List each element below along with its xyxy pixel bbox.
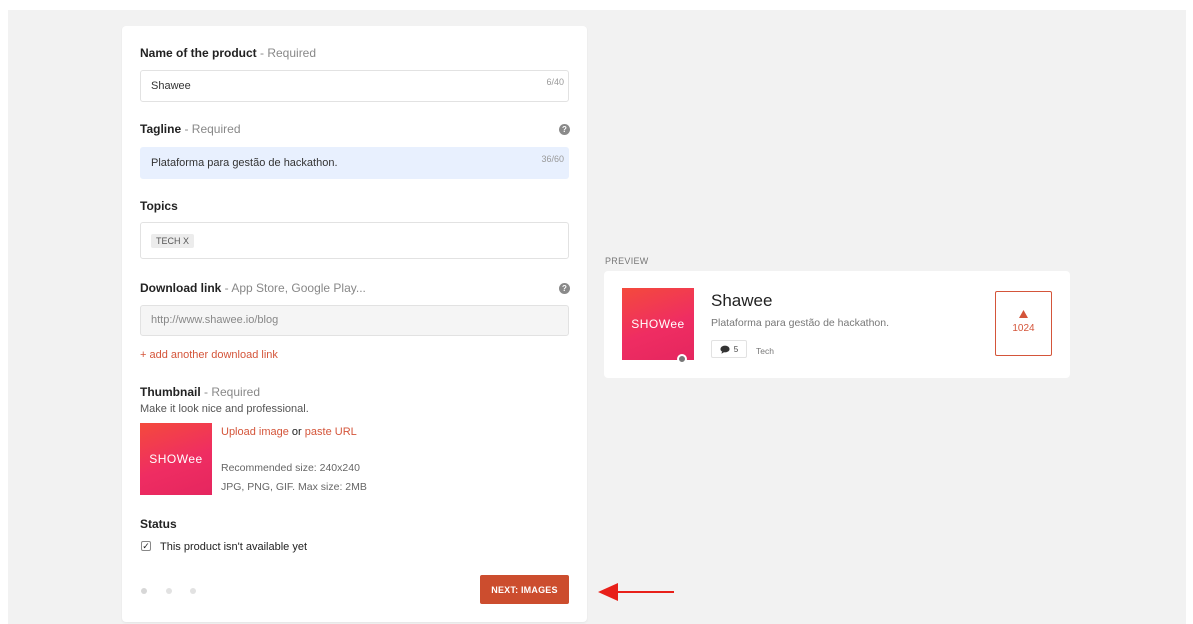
thumbnail-upload-row: Upload image or paste URL (221, 426, 357, 438)
download-hint: - App Store, Google Play... (221, 281, 366, 295)
thumbnail-required-hint: - Required (200, 385, 261, 399)
product-form: Name of the product - Required Shawee 6/… (122, 26, 587, 622)
tagline-label-text: Tagline (140, 122, 182, 136)
name-input[interactable]: Shawee 6/40 (140, 70, 569, 102)
vote-count: 1024 (1012, 323, 1035, 334)
thumbnail-recommended-size: Recommended size: 240x240 (221, 462, 360, 474)
upvote-button[interactable]: 1024 (995, 291, 1052, 356)
tagline-required-hint: - Required (181, 122, 241, 136)
download-label-text: Download link (140, 281, 222, 295)
preview-comments[interactable]: 5 (711, 340, 747, 358)
preview-logo-text: SHOWee (631, 317, 685, 331)
tagline-input-value: Plataforma para gestão de hackathon. (151, 157, 338, 169)
paste-url-link[interactable]: paste URL (305, 426, 357, 438)
topics-input[interactable]: TECH X (140, 222, 569, 259)
thumbnail-logo-text: SHOWee (149, 452, 203, 466)
tagline-input[interactable]: Plataforma para gestão de hackathon. 36/… (140, 147, 569, 179)
topics-label-text: Topics (140, 199, 178, 213)
topic-tag-tech[interactable]: TECH X (151, 234, 195, 248)
name-required-hint: - Required (256, 46, 317, 60)
download-link-input[interactable]: http://www.shawee.io/blog (140, 305, 569, 336)
thumbnail-formats: JPG, PNG, GIF. Max size: 2MB (221, 481, 367, 493)
download-link-placeholder: http://www.shawee.io/blog (151, 314, 279, 326)
upload-image-link[interactable]: Upload image (221, 426, 289, 438)
upvote-icon (1019, 310, 1028, 318)
preview-thumbnail: SHOWee (622, 288, 694, 360)
tagline-label: Tagline - Required (140, 122, 241, 136)
preview-topic[interactable]: Tech (756, 346, 774, 356)
step-dot-2 (166, 588, 172, 594)
thumbnail-image: SHOWee (140, 423, 212, 495)
tagline-char-counter: 36/60 (541, 154, 564, 164)
download-help-icon[interactable]: ? (559, 283, 570, 294)
step-dot-1 (141, 588, 147, 594)
preview-tagline: Plataforma para gestão de hackathon. (711, 317, 890, 329)
thumbnail-label-text: Thumbnail (140, 385, 201, 399)
comment-icon (720, 345, 730, 354)
name-char-counter: 6/40 (546, 77, 564, 87)
download-label: Download link - App Store, Google Play..… (140, 281, 366, 295)
thumbnail-subtitle: Make it look nice and professional. (140, 403, 309, 415)
step-dot-3 (190, 588, 196, 594)
name-label: Name of the product - Required (140, 46, 316, 60)
add-download-link[interactable]: + add another download link (140, 349, 278, 361)
preview-title: Shawee (711, 291, 773, 310)
preview-avatar-dot (677, 354, 687, 364)
unavailable-checkbox[interactable]: ✓ (141, 541, 151, 551)
preview-label: PREVIEW (605, 256, 649, 266)
checkbox-checked-icon: ✓ (142, 541, 150, 551)
topics-label: Topics (140, 199, 178, 213)
unavailable-checkbox-label[interactable]: This product isn't available yet (160, 541, 307, 553)
next-images-button[interactable]: NEXT: IMAGES (480, 575, 569, 604)
name-input-value: Shawee (151, 80, 191, 92)
preview-card[interactable]: SHOWee Shawee Plataforma para gestão de … (604, 271, 1070, 378)
thumbnail-or-text: or (288, 426, 305, 438)
status-label: Status (140, 517, 177, 531)
name-label-text: Name of the product (140, 46, 257, 60)
preview-comment-count: 5 (733, 344, 739, 354)
tagline-help-icon[interactable]: ? (559, 124, 570, 135)
status-label-text: Status (140, 517, 177, 531)
thumbnail-label: Thumbnail - Required (140, 385, 260, 399)
arrow-left-icon (598, 583, 674, 601)
